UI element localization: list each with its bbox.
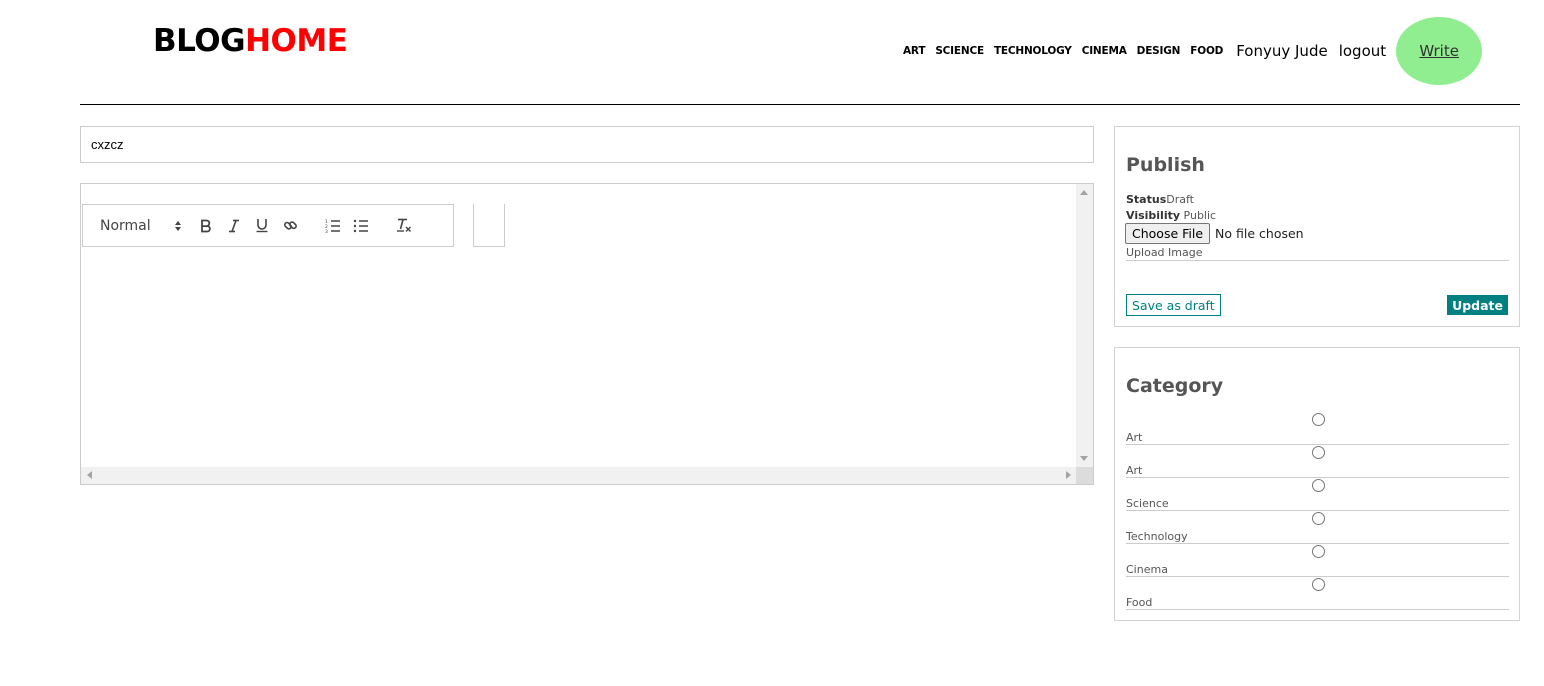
top-nav: ART SCIENCE TECHNOLOGY CINEMA DESIGN FOO… (903, 17, 1483, 85)
write-button[interactable]: Write (1396, 17, 1483, 85)
visibility-line: Visibility Public (1126, 209, 1216, 222)
post-title-input[interactable] (80, 126, 1094, 163)
category-label: Food (1126, 596, 1153, 609)
italic-button[interactable] (220, 214, 248, 238)
clear-format-icon (397, 218, 411, 232)
category-label: Art (1126, 464, 1143, 477)
status-value: Draft (1166, 193, 1194, 206)
update-button[interactable]: Update (1447, 295, 1508, 315)
toolbar-extra-box (473, 204, 505, 247)
nav-link-food[interactable]: FOOD (1190, 45, 1223, 57)
category-item[interactable]: Food (1126, 577, 1509, 610)
scroll-left-icon[interactable] (87, 471, 92, 479)
category-item[interactable]: Cinema (1126, 544, 1509, 577)
nav-link-technology[interactable]: TECHNOLOGY (994, 45, 1072, 57)
category-label: Science (1126, 497, 1169, 510)
visibility-label: Visibility (1126, 209, 1181, 222)
category-label: Technology (1126, 530, 1188, 543)
vertical-scrollbar[interactable] (1076, 184, 1093, 467)
scrollbar-corner (1076, 467, 1093, 484)
underline-button[interactable] (248, 214, 276, 238)
select-arrows-icon (175, 220, 181, 231)
category-item[interactable]: Science (1126, 478, 1509, 511)
category-radio[interactable] (1312, 413, 1325, 426)
scroll-down-icon[interactable] (1080, 456, 1088, 461)
nav-link-art[interactable]: ART (903, 45, 926, 57)
header-divider (80, 104, 1520, 105)
choose-file-button[interactable]: Choose File (1125, 223, 1211, 244)
bullet-list-icon (353, 219, 368, 232)
logo-part-blog: BLOG (153, 23, 246, 59)
category-radio[interactable] (1312, 479, 1325, 492)
category-radio[interactable] (1312, 578, 1325, 591)
status-line: StatusDraft (1126, 193, 1194, 206)
category-heading: Category (1126, 375, 1224, 397)
write-link[interactable]: Write (1419, 42, 1459, 60)
category-radio[interactable] (1312, 545, 1325, 558)
status-label: Status (1126, 193, 1167, 206)
italic-icon (229, 219, 239, 232)
ordered-list-button[interactable]: 1 2 3 (319, 214, 347, 238)
bold-button[interactable] (192, 214, 220, 238)
category-item[interactable]: Art (1126, 445, 1509, 478)
link-icon (283, 221, 297, 230)
horizontal-scrollbar[interactable] (81, 467, 1077, 484)
format-select[interactable]: Normal (100, 214, 192, 238)
bold-icon (201, 219, 211, 232)
logo-part-home: HOME (245, 23, 348, 59)
publish-panel: Publish StatusDraft Visibility Public Ch… (1114, 126, 1520, 327)
scroll-up-icon[interactable] (1080, 190, 1088, 195)
upload-image-label[interactable]: Upload Image (1126, 246, 1509, 261)
category-radio[interactable] (1312, 446, 1325, 459)
category-item[interactable]: Art (1126, 412, 1509, 445)
publish-heading: Publish (1126, 154, 1205, 176)
nav-link-design[interactable]: DESIGN (1137, 45, 1181, 57)
site-logo[interactable]: BLOGHOME (153, 21, 348, 61)
file-status-text: No file chosen (1215, 226, 1304, 241)
nav-link-cinema[interactable]: CINEMA (1082, 45, 1127, 57)
ordered-list-icon: 1 2 3 (325, 219, 340, 233)
visibility-value: Public (1183, 209, 1217, 222)
save-draft-button[interactable]: Save as draft (1126, 294, 1221, 316)
user-name: Fonyuy Jude (1236, 42, 1328, 60)
category-label: Art (1126, 431, 1143, 444)
clear-format-button[interactable] (390, 214, 418, 238)
category-label: Cinema (1126, 563, 1168, 576)
link-button[interactable] (276, 214, 304, 238)
nav-link-science[interactable]: SCIENCE (935, 45, 984, 57)
category-panel: Category Art Art Science Technology Cine… (1114, 347, 1520, 621)
scroll-right-icon[interactable] (1066, 471, 1071, 479)
underline-icon (256, 219, 268, 233)
category-radio[interactable] (1312, 512, 1325, 525)
bullet-list-button[interactable] (347, 214, 375, 238)
file-input: Choose File No file chosen (1125, 223, 1304, 244)
format-select-value: Normal (100, 217, 151, 234)
rich-text-editor[interactable]: Normal 1 2 3 (80, 183, 1094, 485)
svg-text:3: 3 (325, 229, 328, 233)
category-item[interactable]: Technology (1126, 511, 1509, 544)
editor-toolbar: Normal 1 2 3 (82, 204, 454, 247)
logout-link[interactable]: logout (1339, 42, 1386, 60)
